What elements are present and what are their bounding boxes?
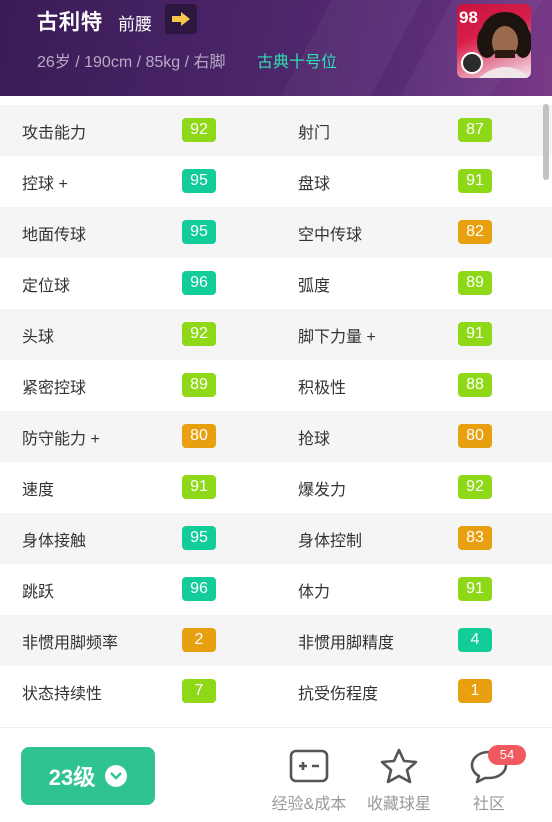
stat-value-badge: 92 <box>458 475 492 499</box>
stat-label: 弧度 <box>298 278 331 295</box>
stat-label: 攻击能力 <box>22 125 87 142</box>
stat-value-badge: 4 <box>458 628 492 652</box>
stat-row: 定位球 96 弧度 89 <box>0 258 552 309</box>
player-info: 26岁 / 190cm / 85kg / 右脚 <box>37 54 226 71</box>
stat-label: 身体控制 <box>298 533 363 550</box>
stat-value-badge: 96 <box>182 577 216 601</box>
nav-exp-cost-label: 经验&成本 <box>271 796 347 813</box>
stat-row: 跳跃 96 体力 91 <box>0 564 552 615</box>
stat-row: 攻击能力 92 射门 87 <box>0 105 552 156</box>
notification-badge: 54 <box>488 745 526 765</box>
club-badge-icon <box>461 52 483 74</box>
position-arrow-button[interactable] <box>165 4 197 34</box>
stat-value-badge: 96 <box>182 271 216 295</box>
stat-label: 非惯用脚精度 <box>298 635 395 652</box>
stat-label: 积极性 <box>298 380 347 397</box>
level-label: 23级 <box>48 765 96 790</box>
stat-label: 抢球 <box>298 431 331 448</box>
stat-label: 地面传球 <box>22 227 87 244</box>
chevron-down-icon <box>105 765 128 787</box>
arrow-right-icon <box>172 12 190 26</box>
stat-value-badge: 2 <box>182 628 216 652</box>
stat-value-badge: 91 <box>458 577 492 601</box>
stat-label: 盘球 <box>298 176 331 193</box>
stat-value-badge: 89 <box>458 271 492 295</box>
stat-value-badge: 92 <box>182 118 216 142</box>
star-icon <box>380 748 418 784</box>
scrollbar[interactable] <box>543 104 549 180</box>
stat-value-badge: 89 <box>182 373 216 397</box>
stat-label: 身体接触 <box>22 533 87 550</box>
stat-value-badge: 91 <box>182 475 216 499</box>
stat-row: 控球 + 95 盘球 91 <box>0 156 552 207</box>
stat-value-badge: 88 <box>458 373 492 397</box>
stat-row: 防守能力 + 80 抢球 80 <box>0 411 552 462</box>
stat-label: 头球 <box>22 329 55 346</box>
player-name: 古利特 <box>37 11 103 34</box>
stat-row: 速度 91 爆发力 92 <box>0 462 552 513</box>
stat-value-badge: 80 <box>182 424 216 448</box>
stat-value-badge: 82 <box>458 220 492 244</box>
nav-community-label: 社区 <box>472 796 505 813</box>
stat-value-badge: 83 <box>458 526 492 550</box>
nav-favorites[interactable]: 收藏球星 <box>354 748 444 814</box>
stat-label: 防守能力 + <box>22 431 100 448</box>
player-header: 古利特 前腰 26岁 / 190cm / 85kg / 右脚 古典十号位 98 <box>0 0 552 96</box>
stat-value-badge: 91 <box>458 322 492 346</box>
stat-label: 空中传球 <box>298 227 363 244</box>
player-card[interactable]: 98 <box>457 4 531 78</box>
bottom-bar: 23级 经验&成本 收藏球星 社区 54 <box>0 727 552 822</box>
stat-value-badge: 92 <box>182 322 216 346</box>
stat-row: 非惯用脚频率 2 非惯用脚精度 4 <box>0 615 552 666</box>
stat-value-badge: 95 <box>182 526 216 550</box>
nav-exp-cost[interactable]: 经验&成本 <box>264 748 354 814</box>
stat-value-badge: 95 <box>182 169 216 193</box>
stat-value-badge: 87 <box>458 118 492 142</box>
stat-value-badge: 7 <box>182 679 216 703</box>
plus-minus-icon <box>289 749 329 783</box>
card-rating: 98 <box>459 8 478 27</box>
playstyle-label: 古典十号位 <box>257 54 338 71</box>
player-position: 前腰 <box>118 15 152 34</box>
stat-label: 射门 <box>298 125 331 142</box>
stat-value-badge: 80 <box>458 424 492 448</box>
stat-label: 跳跃 <box>22 584 55 601</box>
stat-row: 身体接触 95 身体控制 83 <box>0 513 552 564</box>
stat-value-badge: 95 <box>182 220 216 244</box>
nav-favorites-label: 收藏球星 <box>366 796 431 813</box>
stat-label: 抗受伤程度 <box>298 686 379 703</box>
stat-value-badge: 1 <box>458 679 492 703</box>
stat-row: 头球 92 脚下力量 + 91 <box>0 309 552 360</box>
stat-label: 状态持续性 <box>22 686 103 703</box>
stat-row: 状态持续性 7 抗受伤程度 1 <box>0 666 552 717</box>
stat-label: 速度 <box>22 482 55 499</box>
stat-label: 非惯用脚频率 <box>22 635 119 652</box>
stat-label: 爆发力 <box>298 482 347 499</box>
stat-label: 控球 + <box>22 176 68 193</box>
stat-label: 紧密控球 <box>22 380 87 397</box>
stat-label: 定位球 <box>22 278 71 295</box>
stat-label: 体力 <box>298 584 331 601</box>
stat-value-badge: 91 <box>458 169 492 193</box>
stat-row: 紧密控球 89 积极性 88 <box>0 360 552 411</box>
stats-list: 攻击能力 92 射门 87 控球 + 95 盘球 91 地面传球 95 空中传球 82 定位球 96 弧度 8… <box>0 105 552 717</box>
stat-label: 脚下力量 + <box>298 329 376 346</box>
stat-row: 地面传球 95 空中传球 82 <box>0 207 552 258</box>
level-button[interactable]: 23级 <box>21 747 155 805</box>
